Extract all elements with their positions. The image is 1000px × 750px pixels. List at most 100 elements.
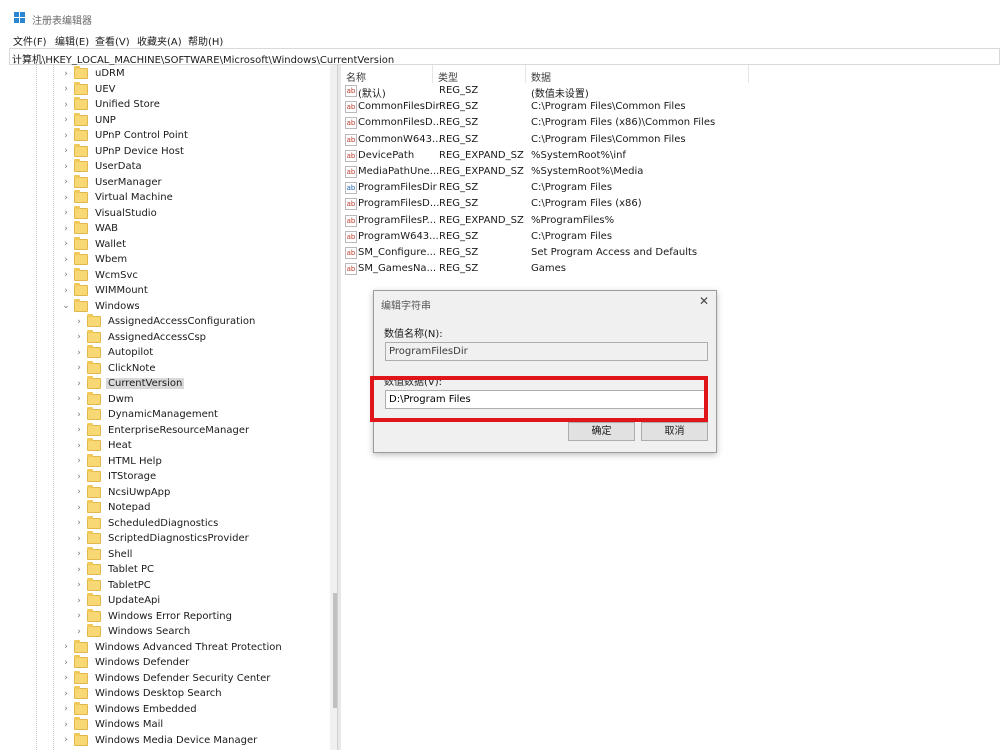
- tree-item[interactable]: › Autopilot: [75, 345, 155, 360]
- chevron-right-icon[interactable]: ›: [62, 69, 70, 78]
- chevron-right-icon[interactable]: ›: [75, 426, 83, 435]
- tree-item[interactable]: › Windows Advanced Threat Protection: [62, 639, 284, 655]
- chevron-right-icon[interactable]: ›: [75, 472, 83, 481]
- value-row[interactable]: ab SM_Configure... REG_SZ Set Program Acces…: [341, 245, 1000, 261]
- tree-item[interactable]: › AssignedAccessCsp: [75, 329, 208, 345]
- tree-item[interactable]: › Heat: [75, 438, 134, 453]
- tree-item[interactable]: › UpdateApi: [75, 593, 162, 608]
- tree-item[interactable]: › Virtual Machine: [62, 190, 175, 205]
- cancel-button[interactable]: 取消: [641, 422, 708, 441]
- tree-item[interactable]: › EnterpriseResourceManager: [75, 422, 251, 438]
- value-row[interactable]: ab DevicePath REG_EXPAND_SZ %SystemRoot%\in…: [341, 148, 1000, 164]
- chevron-right-icon[interactable]: ›: [75, 457, 83, 466]
- menu-edit[interactable]: 编辑(E): [55, 33, 89, 48]
- chevron-right-icon[interactable]: ›: [62, 162, 70, 171]
- menu-help[interactable]: 帮助(H): [188, 33, 223, 48]
- chevron-right-icon[interactable]: ›: [62, 224, 70, 233]
- chevron-right-icon[interactable]: ›: [62, 147, 70, 156]
- chevron-right-icon[interactable]: ›: [62, 689, 70, 698]
- chevron-right-icon[interactable]: ›: [75, 395, 83, 404]
- tree-item[interactable]: › Wbem: [62, 252, 129, 267]
- tree-item[interactable]: › TabletPC: [75, 577, 153, 593]
- chevron-down-icon[interactable]: ⌄: [62, 302, 70, 311]
- tree-item[interactable]: › WIMMount: [62, 283, 150, 298]
- value-row[interactable]: ab ProgramFilesD... REG_SZ C:\Program Files…: [341, 196, 1000, 212]
- key-tree[interactable]: › uDRM › UEV › Unified Store › UNP › UPnP Control…: [9, 65, 337, 750]
- chevron-right-icon[interactable]: ›: [75, 503, 83, 512]
- chevron-right-icon[interactable]: ›: [75, 534, 83, 543]
- value-row[interactable]: ab MediaPathUne... REG_EXPAND_SZ %SystemRoo…: [341, 164, 1000, 180]
- column-header-name[interactable]: 名称: [341, 65, 433, 84]
- chevron-right-icon[interactable]: ›: [75, 364, 83, 373]
- chevron-right-icon[interactable]: ›: [62, 193, 70, 202]
- chevron-right-icon[interactable]: ›: [62, 209, 70, 218]
- chevron-right-icon[interactable]: ›: [62, 643, 70, 652]
- tree-item[interactable]: › Notepad: [75, 500, 153, 515]
- tree-item[interactable]: › Windows Media Device Manager: [62, 732, 259, 748]
- tree-item[interactable]: › Shell: [75, 546, 134, 562]
- chevron-right-icon[interactable]: ›: [62, 720, 70, 729]
- tree-item[interactable]: › Windows Search: [75, 624, 192, 639]
- value-row[interactable]: ab ProgramFilesDir REG_SZ C:\Program Files: [341, 180, 1000, 196]
- chevron-right-icon[interactable]: ›: [62, 240, 70, 249]
- chevron-right-icon[interactable]: ›: [75, 627, 83, 636]
- address-bar[interactable]: 计算机\HKEY_LOCAL_MACHINE\SOFTWARE\Microsof…: [9, 48, 1000, 66]
- close-icon[interactable]: ✕: [697, 294, 711, 308]
- chevron-right-icon[interactable]: ›: [75, 348, 83, 357]
- tree-item[interactable]: › Tablet PC: [75, 562, 156, 577]
- chevron-right-icon[interactable]: ›: [75, 333, 83, 342]
- tree-item[interactable]: › UNP: [62, 112, 118, 128]
- ok-button[interactable]: 确定: [568, 422, 635, 441]
- tree-item[interactable]: › Wallet: [62, 236, 128, 252]
- chevron-right-icon[interactable]: ›: [62, 674, 70, 683]
- value-row[interactable]: ab CommonFilesDir REG_SZ C:\Program Files\C…: [341, 99, 1000, 115]
- chevron-right-icon[interactable]: ›: [75, 596, 83, 605]
- tree-item[interactable]: › UserManager: [62, 174, 164, 190]
- chevron-right-icon[interactable]: ›: [62, 736, 70, 745]
- chevron-right-icon[interactable]: ›: [62, 658, 70, 667]
- tree-item[interactable]: › AssignedAccessConfiguration: [75, 314, 257, 329]
- value-row[interactable]: ab (默认) REG_SZ (数值未设置): [341, 83, 1000, 100]
- chevron-right-icon[interactable]: ›: [62, 286, 70, 295]
- value-row[interactable]: ab CommonFilesD... REG_SZ C:\Program Files …: [341, 115, 1000, 131]
- menu-favorites[interactable]: 收藏夹(A): [137, 33, 182, 48]
- tree-item[interactable]: › ITStorage: [75, 469, 158, 484]
- tree-item[interactable]: ⌄ Windows: [62, 298, 142, 314]
- tree-item[interactable]: › ScheduledDiagnostics: [75, 515, 220, 531]
- chevron-right-icon[interactable]: ›: [62, 705, 70, 714]
- chevron-right-icon[interactable]: ›: [62, 85, 70, 94]
- chevron-right-icon[interactable]: ›: [62, 131, 70, 140]
- chevron-right-icon[interactable]: ›: [75, 379, 83, 388]
- menu-file[interactable]: 文件(F): [13, 33, 47, 48]
- tree-item[interactable]: › WcmSvc: [62, 267, 140, 283]
- tree-item[interactable]: › UPnP Device Host: [62, 143, 186, 159]
- value-row[interactable]: ab CommonW643... REG_SZ C:\Program Files\Co…: [341, 132, 1000, 148]
- tree-item[interactable]: › uDRM: [62, 66, 127, 81]
- tree-item[interactable]: › Windows Defender Security Center: [62, 670, 272, 686]
- tree-item[interactable]: › UserData: [62, 159, 144, 174]
- value-row[interactable]: ab ProgramFilesP... REG_EXPAND_SZ %ProgramF…: [341, 213, 1000, 229]
- chevron-right-icon[interactable]: ›: [75, 410, 83, 419]
- chevron-right-icon[interactable]: ›: [62, 116, 70, 125]
- tree-item[interactable]: › CurrentVersion: [75, 376, 185, 391]
- tree-item[interactable]: › Windows Error Reporting: [75, 608, 234, 624]
- value-row[interactable]: ab SM_GamesNa... REG_SZ Games: [341, 261, 1000, 277]
- column-header-type[interactable]: 类型: [433, 65, 526, 84]
- chevron-right-icon[interactable]: ›: [75, 565, 83, 574]
- tree-item[interactable]: › Windows Embedded: [62, 701, 199, 717]
- tree-item[interactable]: › NcsiUwpApp: [75, 484, 172, 500]
- tree-item[interactable]: › ClickNote: [75, 360, 158, 376]
- tree-item[interactable]: › Windows Defender: [62, 655, 191, 670]
- tree-item[interactable]: › Dwm: [75, 391, 136, 407]
- chevron-right-icon[interactable]: ›: [75, 441, 83, 450]
- tree-item[interactable]: › UEV: [62, 81, 117, 97]
- tree-item[interactable]: › HTML Help: [75, 453, 164, 469]
- tree-item[interactable]: › Windows Desktop Search: [62, 686, 224, 701]
- tree-item[interactable]: › ScriptedDiagnosticsProvider: [75, 531, 251, 546]
- tree-item[interactable]: › UPnP Control Point: [62, 128, 190, 143]
- chevron-right-icon[interactable]: ›: [75, 519, 83, 528]
- chevron-right-icon[interactable]: ›: [75, 612, 83, 621]
- column-header-data[interactable]: 数据: [526, 65, 749, 84]
- tree-item[interactable]: › VisualStudio: [62, 205, 159, 221]
- chevron-right-icon[interactable]: ›: [75, 488, 83, 497]
